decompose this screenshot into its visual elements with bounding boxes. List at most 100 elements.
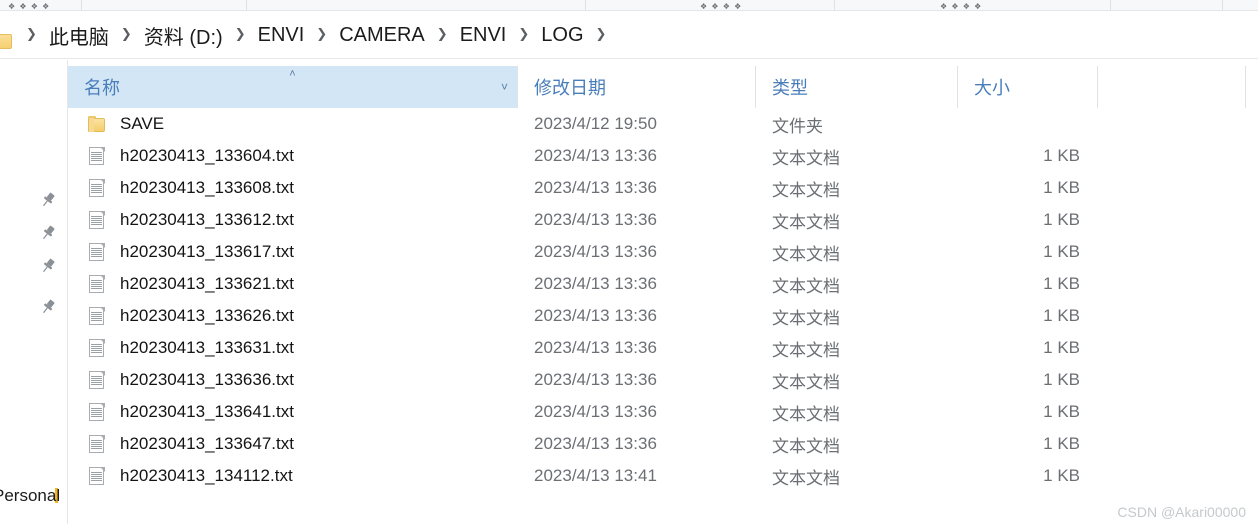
navigation-pane[interactable]: Personal bbox=[0, 60, 68, 524]
cell-size: 1 KB bbox=[1043, 370, 1080, 389]
cell-date-modified: 2023/4/13 13:41 bbox=[534, 466, 657, 485]
ribbon-separator bbox=[834, 0, 835, 10]
text-file-icon bbox=[88, 402, 107, 422]
table-row[interactable]: SAVE 2023/4/12 19:50 文件夹 bbox=[68, 108, 1258, 140]
table-row[interactable]: h20230413_134112.txt 2023/4/13 13:41 文本文档 1… bbox=[68, 460, 1258, 492]
ribbon-icon-group-2[interactable]: ❖ ❖ ❖ ❖ bbox=[700, 3, 742, 10]
file-name: h20230413_133617.txt bbox=[120, 242, 294, 261]
cell-date-modified: 2023/4/13 13:36 bbox=[534, 370, 657, 389]
table-row[interactable]: h20230413_133608.txt 2023/4/13 13:36 文本文档 1… bbox=[68, 172, 1258, 204]
chevron-down-icon[interactable]: ˅ bbox=[501, 81, 508, 93]
cell-name[interactable]: h20230413_133631.txt bbox=[68, 332, 518, 364]
file-name: h20230413_134112.txt bbox=[120, 466, 293, 485]
cell-size: 1 KB bbox=[1043, 274, 1080, 293]
watermark: CSDN @Akari00000 bbox=[1117, 504, 1246, 520]
cell-name[interactable]: h20230413_133612.txt bbox=[68, 204, 518, 236]
table-row[interactable]: h20230413_133617.txt 2023/4/13 13:36 文本文档 1… bbox=[68, 236, 1258, 268]
table-row[interactable]: h20230413_133604.txt 2023/4/13 13:36 文本文档 1… bbox=[68, 140, 1258, 172]
pin-icon[interactable] bbox=[39, 257, 57, 275]
breadcrumb[interactable]: ❯ 此电脑 ❯ 资料 (D:) ❯ ENVI ❯ CAMERA ❯ ENVI ❯ LOG ❯ bbox=[18, 11, 614, 59]
address-bar[interactable]: ❯ 此电脑 ❯ 资料 (D:) ❯ ENVI ❯ CAMERA ❯ ENVI ❯ LOG ❯ bbox=[0, 11, 1258, 59]
table-row[interactable]: h20230413_133631.txt 2023/4/13 13:36 文本文档 1… bbox=[68, 332, 1258, 364]
cell-type: 文本文档 bbox=[772, 340, 840, 360]
column-header-size[interactable]: 大小 bbox=[958, 66, 1098, 108]
pin-icon[interactable] bbox=[39, 298, 57, 316]
cell-date-modified: 2023/4/12 19:50 bbox=[534, 114, 657, 133]
text-file-icon bbox=[88, 306, 107, 326]
cell-name[interactable]: h20230413_133626.txt bbox=[68, 300, 518, 332]
table-row[interactable]: h20230413_133636.txt 2023/4/13 13:36 文本文档 1… bbox=[68, 364, 1258, 396]
column-header-label: 修改日期 bbox=[534, 78, 606, 98]
column-header-label: 大小 bbox=[974, 78, 1010, 98]
breadcrumb-separator-icon: ❯ bbox=[120, 26, 132, 41]
file-name: SAVE bbox=[120, 114, 165, 133]
cell-type: 文本文档 bbox=[772, 212, 840, 232]
cell-size: 1 KB bbox=[1043, 178, 1080, 197]
column-header-date[interactable]: 修改日期 bbox=[518, 66, 756, 108]
breadcrumb-separator-icon: ❯ bbox=[316, 26, 328, 41]
cell-date-modified: 2023/4/13 13:36 bbox=[534, 242, 657, 261]
cell-date-modified: 2023/4/13 13:36 bbox=[534, 178, 657, 197]
ribbon-separator bbox=[585, 0, 586, 10]
cell-name[interactable]: h20230413_133647.txt bbox=[68, 428, 518, 460]
cell-name[interactable]: h20230413_133617.txt bbox=[68, 236, 518, 268]
ribbon-toolbar-clipped[interactable]: ❖ ❖ ❖ ❖ ❖ ❖ ❖ ❖ ❖ ❖ ❖ ❖ bbox=[0, 0, 1258, 11]
table-row[interactable]: h20230413_133626.txt 2023/4/13 13:36 文本文档 1… bbox=[68, 300, 1258, 332]
cell-type: 文本文档 bbox=[772, 372, 840, 392]
column-header-row[interactable]: ˄ 名称 ˅ 修改日期 类型 大小 bbox=[68, 66, 1258, 108]
ribbon-icon-group-1[interactable]: ❖ ❖ ❖ ❖ bbox=[8, 3, 50, 10]
cell-size: 1 KB bbox=[1043, 338, 1080, 357]
column-header-type[interactable]: 类型 bbox=[756, 66, 958, 108]
breadcrumb-separator-icon: ❯ bbox=[518, 26, 530, 41]
cell-name[interactable]: h20230413_133636.txt bbox=[68, 364, 518, 396]
file-name: h20230413_133612.txt bbox=[120, 210, 294, 229]
breadcrumb-separator-icon[interactable]: ❯ bbox=[588, 26, 615, 42]
cell-size: 1 KB bbox=[1043, 306, 1080, 325]
breadcrumb-item-4[interactable]: CAMERA bbox=[335, 22, 429, 49]
pin-icon[interactable] bbox=[39, 191, 57, 209]
breadcrumb-item-3[interactable]: ENVI bbox=[254, 22, 309, 49]
cell-type: 文本文档 bbox=[772, 436, 840, 456]
text-file-icon bbox=[88, 146, 107, 166]
cell-date-modified: 2023/4/13 13:36 bbox=[534, 338, 657, 357]
cell-date-modified: 2023/4/13 13:36 bbox=[534, 434, 657, 453]
column-header-name[interactable]: ˄ 名称 ˅ bbox=[68, 66, 518, 108]
cell-name[interactable]: h20230413_133604.txt bbox=[68, 140, 518, 172]
cell-name[interactable]: h20230413_134112.txt bbox=[68, 460, 518, 492]
cell-name[interactable]: h20230413_133621.txt bbox=[68, 268, 518, 300]
table-row[interactable]: h20230413_133612.txt 2023/4/13 13:36 文本文档 1… bbox=[68, 204, 1258, 236]
pin-icon[interactable] bbox=[39, 224, 57, 242]
folder-icon bbox=[88, 114, 107, 134]
column-header-extra[interactable] bbox=[1098, 66, 1246, 108]
cell-name[interactable]: h20230413_133641.txt bbox=[68, 396, 518, 428]
cell-size: 1 KB bbox=[1043, 146, 1080, 165]
ribbon-separator bbox=[1222, 0, 1223, 10]
folder-icon bbox=[0, 34, 12, 49]
text-file-icon bbox=[88, 434, 107, 454]
text-file-icon bbox=[88, 466, 107, 486]
cell-size: 1 KB bbox=[1043, 242, 1080, 261]
cell-type: 文本文档 bbox=[772, 180, 840, 200]
cell-type: 文本文档 bbox=[772, 404, 840, 424]
cell-name[interactable]: h20230413_133608.txt bbox=[68, 172, 518, 204]
breadcrumb-item-1[interactable]: 此电脑 bbox=[45, 19, 113, 52]
breadcrumb-item-5[interactable]: ENVI bbox=[456, 22, 511, 49]
breadcrumb-item-2[interactable]: 资料 (D:) bbox=[140, 19, 227, 52]
cell-type: 文本文档 bbox=[772, 148, 840, 168]
cell-name[interactable]: SAVE bbox=[68, 108, 518, 140]
table-row[interactable]: h20230413_133641.txt 2023/4/13 13:36 文本文档 1… bbox=[68, 396, 1258, 428]
breadcrumb-separator-icon: ❯ bbox=[26, 26, 37, 41]
cell-type: 文本文档 bbox=[772, 308, 840, 328]
column-header-label: 名称 bbox=[84, 78, 120, 98]
table-row[interactable]: h20230413_133621.txt 2023/4/13 13:36 文本文档 1… bbox=[68, 268, 1258, 300]
table-row[interactable]: h20230413_133647.txt 2023/4/13 13:36 文本文档 1… bbox=[68, 428, 1258, 460]
file-name: h20230413_133636.txt bbox=[120, 370, 294, 389]
text-file-icon bbox=[88, 370, 107, 390]
sidebar-item-personal[interactable]: Personal bbox=[0, 486, 63, 506]
file-name: h20230413_133631.txt bbox=[120, 338, 294, 357]
ribbon-separator bbox=[1110, 0, 1111, 10]
breadcrumb-item-6[interactable]: LOG bbox=[537, 22, 587, 49]
ribbon-icon-group-3[interactable]: ❖ ❖ ❖ ❖ bbox=[940, 3, 982, 10]
file-list[interactable]: SAVE 2023/4/12 19:50 文件夹 h20230413_133604.t… bbox=[68, 108, 1258, 524]
file-explorer-window: ❖ ❖ ❖ ❖ ❖ ❖ ❖ ❖ ❖ ❖ ❖ ❖ ❯ 此电脑 ❯ 资料 (D:) ❯ ENV… bbox=[0, 0, 1258, 524]
